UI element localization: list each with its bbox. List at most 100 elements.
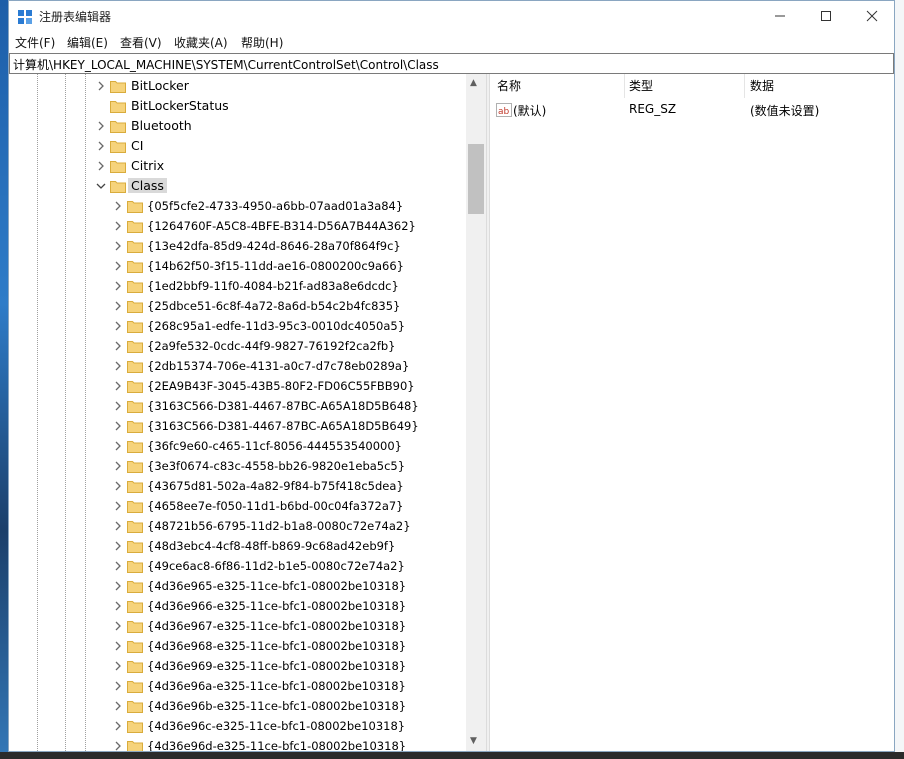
tree-node[interactable]: {4d36e96c-e325-11ce-bfc1-08002be10318} [9,717,449,737]
scroll-down-icon[interactable]: ▼ [470,736,477,746]
chevron-right-icon[interactable] [112,300,124,312]
tree-node-label: {4d36e967-e325-11ce-bfc1-08002be10318} [147,619,407,633]
tree-node[interactable]: {4658ee7e-f050-11d1-b6bd-00c04fa372a7} [9,497,449,517]
tree-node-label: {13e42dfa-85d9-424d-8646-28a70f864f9c} [147,239,401,253]
menu-file[interactable]: 文件(F) [15,34,55,51]
chevron-right-icon[interactable] [112,220,124,232]
chevron-down-icon[interactable] [95,180,107,192]
tree-node[interactable]: {49ce6ac8-6f86-11d2-b1e5-0080c72e74a2} [9,557,449,577]
column-header-name[interactable]: 名称 [497,74,521,98]
tree-node[interactable]: {14b62f50-3f15-11dd-ae16-0800200c9a66} [9,257,449,277]
chevron-right-icon[interactable] [112,640,124,652]
chevron-right-icon[interactable] [112,480,124,492]
tree-node[interactable]: CI [9,137,449,157]
chevron-right-icon[interactable] [112,240,124,252]
column-header-type[interactable]: 类型 [629,74,653,98]
tree-node[interactable]: BitLocker [9,77,449,97]
chevron-right-icon[interactable] [112,620,124,632]
tree-node[interactable]: {2EA9B43F-3045-43B5-80F2-FD06C55FBB90} [9,377,449,397]
chevron-right-icon[interactable] [112,260,124,272]
tree-node[interactable]: {4d36e965-e325-11ce-bfc1-08002be10318} [9,577,449,597]
maximize-button[interactable] [803,1,849,31]
scroll-up-icon[interactable]: ▲ [470,78,477,88]
tree-node[interactable]: {4d36e969-e325-11ce-bfc1-08002be10318} [9,657,449,677]
tree-node[interactable]: {4d36e96d-e325-11ce-bfc1-08002be10318} [9,737,449,751]
tree-node[interactable]: {2a9fe532-0cdc-44f9-9827-76192f2ca2fb} [9,337,449,357]
menu-favorites[interactable]: 收藏夹(A) [174,34,228,51]
chevron-right-icon[interactable] [112,380,124,392]
scrollbar-thumb[interactable] [468,144,484,214]
folder-icon [127,361,143,373]
chevron-right-icon[interactable] [112,560,124,572]
tree-node[interactable]: {48d3ebc4-4cf8-48ff-b869-9c68ad42eb9f} [9,537,449,557]
chevron-right-icon[interactable] [112,740,124,751]
chevron-right-icon[interactable] [112,520,124,532]
chevron-right-icon[interactable] [112,460,124,472]
tree-node[interactable]: Citrix [9,157,449,177]
chevron-right-icon[interactable] [112,600,124,612]
chevron-right-icon[interactable] [112,540,124,552]
chevron-right-icon[interactable] [112,360,124,372]
key-tree-pane[interactable]: BitLocker BitLockerStatus Bluetooth CI Citri… [9,74,486,751]
column-separator[interactable] [744,74,745,98]
title-bar[interactable]: 注册表编辑器 [9,1,894,32]
tree-node[interactable]: Bluetooth [9,117,449,137]
tree-node[interactable]: {3e3f0674-c83c-4558-bb26-9820e1eba5c5} [9,457,449,477]
folder-icon [127,241,143,253]
tree-node[interactable]: {1ed2bbf9-11f0-4084-b21f-ad83a8e6dcdc} [9,277,449,297]
tree-node[interactable]: BitLockerStatus [9,97,449,117]
chevron-right-icon[interactable] [95,160,107,172]
tree-node[interactable]: {2db15374-706e-4131-a0c7-d7c78eb0289a} [9,357,449,377]
address-bar[interactable]: 计算机\HKEY_LOCAL_MACHINE\SYSTEM\CurrentCon… [9,53,894,74]
values-pane[interactable]: 名称 类型 数据 ab (默认) REG_SZ (数值未设置) [490,74,894,751]
tree-node-label: {4d36e968-e325-11ce-bfc1-08002be10318} [147,639,407,653]
tree-node[interactable]: {4d36e966-e325-11ce-bfc1-08002be10318} [9,597,449,617]
chevron-right-icon[interactable] [112,680,124,692]
tree-scrollbar[interactable]: ▲ ▼ [466,74,486,751]
chevron-right-icon[interactable] [95,140,107,152]
chevron-right-icon[interactable] [112,420,124,432]
tree-node[interactable]: {3163C566-D381-4467-87BC-A65A18D5B649} [9,417,449,437]
chevron-right-icon[interactable] [95,120,107,132]
tree-node[interactable]: {48721b56-6795-11d2-b1a8-0080c72e74a2} [9,517,449,537]
tree-node[interactable]: Class [9,177,449,197]
tree-node[interactable]: {4d36e968-e325-11ce-bfc1-08002be10318} [9,637,449,657]
tree-node[interactable]: {36fc9e60-c465-11cf-8056-444553540000} [9,437,449,457]
menu-help[interactable]: 帮助(H) [241,34,283,51]
tree-node[interactable]: {4d36e96b-e325-11ce-bfc1-08002be10318} [9,697,449,717]
column-header-data[interactable]: 数据 [750,74,774,98]
menu-view[interactable]: 查看(V) [120,34,162,51]
value-type: REG_SZ [629,102,677,116]
chevron-right-icon[interactable] [112,580,124,592]
svg-text:ab: ab [498,107,510,117]
tree-node[interactable]: {13e42dfa-85d9-424d-8646-28a70f864f9c} [9,237,449,257]
minimize-button[interactable] [757,1,803,31]
chevron-right-icon[interactable] [112,280,124,292]
folder-icon [127,621,143,633]
column-separator[interactable] [624,74,625,98]
tree-node[interactable]: {1264760F-A5C8-4BFE-B314-D56A7B44A362} [9,217,449,237]
chevron-right-icon[interactable] [112,700,124,712]
value-name[interactable]: (默认) [513,102,546,119]
chevron-right-icon[interactable] [95,80,107,92]
tree-node[interactable]: {4d36e96a-e325-11ce-bfc1-08002be10318} [9,677,449,697]
tree-node[interactable]: {3163C566-D381-4467-87BC-A65A18D5B648} [9,397,449,417]
chevron-right-icon[interactable] [112,440,124,452]
folder-icon [127,321,143,333]
folder-icon [110,161,126,173]
tree-node[interactable]: {4d36e967-e325-11ce-bfc1-08002be10318} [9,617,449,637]
menu-edit[interactable]: 编辑(E) [67,34,108,51]
chevron-right-icon[interactable] [112,400,124,412]
chevron-right-icon[interactable] [112,720,124,732]
chevron-right-icon[interactable] [112,200,124,212]
tree-node[interactable]: {05f5cfe2-4733-4950-a6bb-07aad01a3a84} [9,197,449,217]
chevron-right-icon[interactable] [112,340,124,352]
chevron-right-icon[interactable] [112,320,124,332]
tree-node-label: {49ce6ac8-6f86-11d2-b1e5-0080c72e74a2} [147,559,405,573]
tree-node[interactable]: {43675d81-502a-4a82-9f84-b75f418c5dea} [9,477,449,497]
tree-node[interactable]: {268c95a1-edfe-11d3-95c3-0010dc4050a5} [9,317,449,337]
tree-node[interactable]: {25dbce51-6c8f-4a72-8a6d-b54c2b4fc835} [9,297,449,317]
chevron-right-icon[interactable] [112,660,124,672]
close-button[interactable] [849,1,895,31]
chevron-right-icon[interactable] [112,500,124,512]
